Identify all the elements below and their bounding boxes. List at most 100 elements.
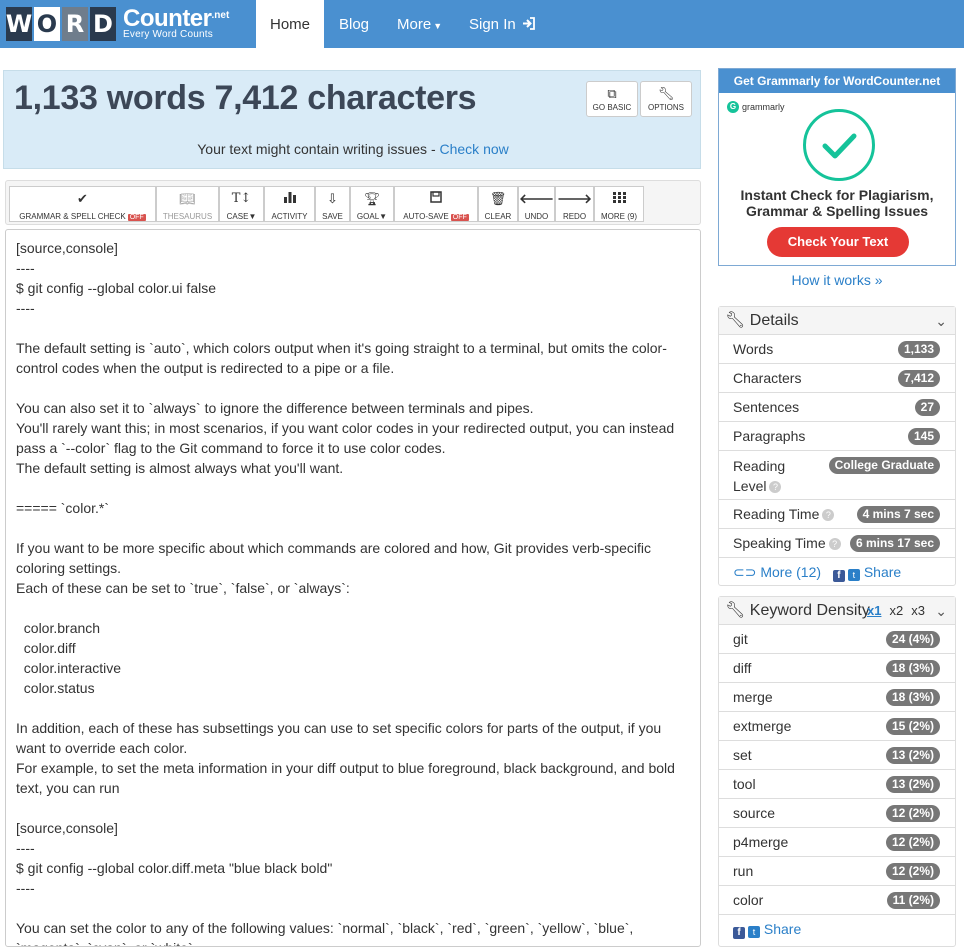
auto-save-off-badge: OFF: [450, 214, 469, 221]
logo-tld: .net: [211, 10, 230, 21]
stat-label: Speaking Time: [733, 535, 826, 551]
tab-x2[interactable]: x2: [889, 603, 903, 618]
stat-paragraphs: Paragraphs 145: [719, 422, 955, 451]
go-basic-button[interactable]: ⧉ GO BASIC: [586, 81, 638, 117]
help-icon[interactable]: ?: [822, 509, 835, 521]
text-height-icon: T↕: [231, 191, 252, 206]
save-button[interactable]: ⇩ SAVE: [315, 186, 350, 222]
stat-label: Words: [733, 341, 774, 357]
tab-x3[interactable]: x3: [911, 603, 925, 618]
clear-button[interactable]: 🗑︎ CLEAR: [478, 186, 518, 222]
keyword-count: 12 (2%): [885, 834, 940, 851]
keyword-tabs: x1 x2 x3: [867, 597, 933, 625]
goal-button[interactable]: 🏆︎ GOAL▼: [350, 186, 394, 222]
stat-value: College Graduate: [828, 457, 940, 474]
share-link[interactable]: Share: [764, 921, 801, 937]
auto-save-button[interactable]: AUTO-SAVE OFF: [394, 186, 478, 222]
keyword-count: 12 (2%): [885, 863, 940, 880]
stat-value: 4 mins 7 sec: [856, 506, 940, 523]
case-button[interactable]: T↕ CASE▼: [219, 186, 264, 222]
stat-label: Paragraphs: [733, 428, 806, 444]
toggle-icon: ⊂⊃: [733, 564, 757, 580]
stat-speaking-time: Speaking Time? 6 mins 17 sec: [719, 529, 955, 558]
logo-tagline: Every Word Counts: [123, 29, 213, 40]
goal-label: GOAL: [356, 212, 380, 221]
counter-panel: 1,133 words 7,412 characters ⧉ GO BASIC …: [3, 70, 701, 169]
facebook-icon[interactable]: f: [733, 927, 745, 939]
help-icon[interactable]: ?: [769, 481, 782, 493]
grammarly-brand-text: grammarly: [742, 102, 785, 112]
redo-button[interactable]: 🡒 REDO: [555, 186, 594, 222]
more-details-link[interactable]: More (12): [760, 564, 821, 580]
editor-toolbar: ✔ GRAMMAR & SPELL CHECK OFF 📖︎ THESAURUS …: [5, 180, 701, 225]
undo-button[interactable]: 🡐 UNDO: [518, 186, 555, 222]
caret-down-icon: ▼: [379, 212, 388, 221]
arrow-left-icon: 🡐: [519, 191, 554, 206]
stat-reading-time: Reading Time? 4 mins 7 sec: [719, 500, 955, 529]
save-label: SAVE: [322, 212, 343, 221]
activity-button[interactable]: ACTIVITY: [264, 186, 315, 222]
keyword-word: diff: [733, 660, 752, 676]
how-it-works-link[interactable]: How it works »: [718, 272, 956, 288]
grammarly-ad[interactable]: Get Grammarly for WordCounter.net Ggramm…: [718, 68, 956, 266]
grammar-check-button[interactable]: ✔ GRAMMAR & SPELL CHECK OFF: [9, 186, 156, 222]
nav-home[interactable]: Home: [256, 0, 324, 48]
details-header[interactable]: 🔧︎ Details ⌄: [719, 307, 955, 335]
keyword-word: source: [733, 805, 776, 821]
check-now-link[interactable]: Check now: [440, 141, 509, 157]
logo-tile-w: W: [6, 6, 32, 41]
checkmark-icon: ✔: [77, 191, 88, 206]
stat-label: Sentences: [733, 399, 800, 415]
details-title: Details: [749, 312, 799, 329]
go-basic-label: GO BASIC: [592, 103, 632, 112]
ad-headline-line-1: Instant Check for Plagiarism,: [740, 187, 934, 203]
keyword-word: p4merge: [733, 834, 789, 850]
keyword-row: diff 18 (3%): [719, 654, 955, 683]
options-button[interactable]: 🔧︎ OPTIONS: [640, 81, 692, 117]
wrench-icon: 🔧︎: [725, 602, 746, 619]
keyword-word: color: [733, 892, 764, 908]
sign-in-icon: [522, 17, 535, 30]
help-icon[interactable]: ?: [828, 538, 841, 550]
editor-content[interactable]: [source,console] ---- $ git config --glo…: [16, 238, 688, 946]
chevron-down-icon[interactable]: ⌄: [935, 597, 947, 625]
caret-down-icon: ▼: [433, 21, 443, 31]
text-editor[interactable]: [source,console] ---- $ git config --glo…: [5, 229, 701, 947]
twitter-icon[interactable]: t: [847, 569, 860, 581]
chevron-down-icon[interactable]: ⌄: [935, 307, 947, 335]
nav-sign-in[interactable]: Sign In: [469, 0, 536, 48]
nav-blog[interactable]: Blog: [339, 0, 369, 48]
tab-x1[interactable]: x1: [867, 603, 881, 618]
download-icon: ⇩: [327, 191, 338, 206]
external-link-icon: ⧉: [607, 86, 617, 101]
stat-reading-level: Reading Level? College Graduate: [719, 451, 955, 500]
redo-label: REDO: [562, 212, 587, 221]
book-icon: 📖︎: [179, 191, 196, 206]
stat-label: Reading Time: [733, 506, 820, 522]
keyword-row: tool 13 (2%): [719, 770, 955, 799]
keyword-word: git: [733, 631, 748, 647]
keyword-density-title: Keyword Density: [749, 602, 870, 619]
keyword-count: 18 (3%): [885, 689, 940, 706]
keyword-row: p4merge 12 (2%): [719, 828, 955, 857]
more-tools-label: MORE (9): [601, 212, 637, 221]
keyword-row: color 11 (2%): [719, 886, 955, 915]
site-logo[interactable]: W O R D Counter.net Every Word Counts: [6, 6, 229, 41]
check-circle-icon: [803, 109, 875, 181]
grammar-off-badge: OFF: [127, 214, 146, 221]
share-link[interactable]: Share: [864, 564, 901, 580]
logo-tile-r: R: [62, 6, 88, 41]
details-panel: 🔧︎ Details ⌄ Words 1,133 Characters 7,412 …: [718, 306, 956, 586]
more-tools-button[interactable]: MORE (9): [594, 186, 644, 222]
logo-tile-o: O: [34, 6, 60, 41]
facebook-icon[interactable]: f: [832, 570, 845, 582]
floppy-disk-icon: [395, 191, 477, 207]
twitter-icon[interactable]: t: [748, 926, 760, 938]
thesaurus-button[interactable]: 📖︎ THESAURUS: [156, 186, 219, 222]
ad-headline-line-2: Grammar & Spelling Issues: [745, 203, 929, 219]
grammarly-logo-icon: G: [727, 101, 739, 113]
ad-headline: Instant Check for Plagiarism, Grammar & …: [719, 187, 955, 219]
nav-more[interactable]: More ▼: [397, 0, 442, 48]
keyword-density-header[interactable]: 🔧︎ Keyword Density x1 x2 x3 ⌄: [719, 597, 955, 625]
check-your-text-button[interactable]: Check Your Text: [767, 227, 909, 257]
